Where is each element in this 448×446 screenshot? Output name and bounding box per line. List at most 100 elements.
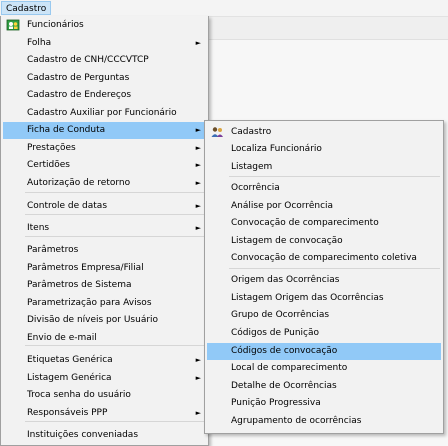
label: Ficha de Conduta: [27, 125, 106, 135]
submenu-item-agrupamento[interactable]: Agrupamento de ocorrências: [207, 413, 441, 430]
label: Códigos de Punição: [231, 328, 320, 338]
menu-item-parametros-sistema[interactable]: Parâmetros de Sistema: [3, 277, 206, 294]
menu-item-perguntas[interactable]: Cadastro de Perguntas: [3, 70, 206, 87]
menu-separator: [229, 268, 440, 269]
menu-cadastro[interactable]: Cadastro: [1, 1, 52, 15]
submenu-item-listagem-convocacao[interactable]: Listagem de convocação: [207, 233, 441, 250]
label: Troca senha do usuário: [27, 390, 131, 400]
submenu-arrow-icon: ►: [195, 409, 201, 417]
label: Divisão de níveis por Usuário: [27, 315, 159, 325]
menu-item-ficha-conduta[interactable]: Ficha de Conduta ►: [3, 122, 206, 139]
label: Envio de e-mail: [27, 333, 97, 343]
label: Parâmetros Empresa/Filial: [27, 263, 144, 273]
label: Grupo de Ocorrências: [231, 310, 330, 320]
label: Controle de datas: [27, 201, 108, 211]
submenu-item-origem[interactable]: Origem das Ocorrências: [207, 272, 441, 289]
menu-item-parametros[interactable]: Parâmetros: [3, 242, 206, 259]
cadastro-dropdown: Funcionários Folha ► Cadastro de CNH/CCCV…: [0, 16, 209, 446]
submenu-item-codigos-punicao[interactable]: Códigos de Punição: [207, 325, 441, 342]
menu-item-certidoes[interactable]: Certidões ►: [3, 157, 206, 174]
label: Cadastro de Endereços: [27, 90, 132, 100]
submenu-arrow-icon: ►: [195, 224, 201, 232]
label: Detalhe de Ocorrências: [231, 381, 337, 391]
ficha-conduta-submenu: Cadastro Localiza Funcionário Listagem O…: [204, 120, 444, 434]
submenu-arrow-icon: ►: [195, 374, 201, 382]
label: Listagem Origem das Ocorrências: [231, 293, 384, 303]
submenu-arrow-icon: ►: [195, 126, 201, 134]
label: Local de comparecimento: [231, 363, 348, 373]
people-icon: [6, 18, 20, 32]
label: Análise por Ocorrência: [231, 201, 334, 211]
label: Prestações: [27, 143, 76, 153]
submenu-item-convocacao-coletiva[interactable]: Convocação de comparecimento coletiva: [207, 250, 441, 267]
submenu-arrow-icon: ►: [195, 356, 201, 364]
menu-item-itens[interactable]: Itens ►: [3, 220, 206, 237]
submenu-arrow-icon: ►: [195, 202, 201, 210]
label: Ocorrência: [231, 183, 280, 193]
menu-item-instituicoes[interactable]: Instituições conveniadas: [3, 427, 206, 444]
menu-item-responsaveis-ppp[interactable]: Responsáveis PPP ►: [3, 405, 206, 422]
app-toolbar: [206, 17, 448, 40]
menu-item-troca-senha[interactable]: Troca senha do usuário: [3, 387, 206, 404]
label: Instituições conveniadas: [27, 430, 139, 440]
submenu-item-listagem-origem[interactable]: Listagem Origem das Ocorrências: [207, 290, 441, 307]
submenu-arrow-icon: ►: [195, 179, 201, 187]
submenu-item-codigos-convocacao[interactable]: Códigos de convocação: [207, 343, 441, 360]
label: Origem das Ocorrências: [231, 275, 340, 285]
submenu-item-localiza[interactable]: Localiza Funcionário: [207, 141, 441, 158]
menu-separator: [229, 176, 440, 177]
menu-item-cnh[interactable]: Cadastro de CNH/CCCVTCP: [3, 52, 206, 69]
label: Convocação de comparecimento coletiva: [231, 253, 417, 263]
submenu-item-punicao-progressiva[interactable]: Punição Progressiva: [207, 395, 441, 412]
label: Parâmetros: [27, 245, 79, 255]
menu-separator: [25, 236, 205, 237]
label: Códigos de convocação: [231, 346, 338, 356]
menu-item-enderecos[interactable]: Cadastro de Endereços: [3, 87, 206, 104]
menu-item-etiquetas[interactable]: Etiquetas Genérica ►: [3, 352, 206, 369]
label: Cadastro Auxiliar por Funcionário: [27, 108, 177, 118]
submenu-item-detalhe[interactable]: Detalhe de Ocorrências: [207, 378, 441, 395]
menu-item-auxiliar[interactable]: Cadastro Auxiliar por Funcionário: [3, 105, 206, 122]
label: Localiza Funcionário: [231, 144, 322, 154]
menu-item-funcionarios[interactable]: Funcionários: [3, 17, 206, 34]
submenu-item-ocorrencia[interactable]: Ocorrência: [207, 180, 441, 197]
submenu-item-listagem[interactable]: Listagem: [207, 159, 441, 176]
label: Responsáveis PPP: [27, 408, 108, 418]
label: Certidões: [27, 160, 70, 170]
submenu-item-convocacao-comparecimento[interactable]: Convocação de comparecimento: [207, 215, 441, 232]
menu-item-controle-datas[interactable]: Controle de datas ►: [3, 198, 206, 215]
menu-separator: [25, 192, 205, 193]
label: Parametrização para Avisos: [27, 298, 152, 308]
menu-separator: [25, 421, 205, 422]
label: Funcionários: [27, 20, 84, 30]
label: Punição Progressiva: [231, 398, 321, 408]
label: Listagem: [231, 162, 273, 172]
submenu-item-analise[interactable]: Análise por Ocorrência: [207, 198, 441, 215]
submenu-arrow-icon: ►: [195, 39, 201, 47]
menu-separator: [25, 345, 205, 346]
menu-item-listagem-generica[interactable]: Listagem Genérica ►: [3, 370, 206, 387]
submenu-item-local[interactable]: Local de comparecimento: [207, 360, 441, 377]
label: Itens: [27, 223, 50, 233]
menu-bar: Cadastro: [0, 0, 448, 17]
label: Listagem de convocação: [231, 236, 343, 246]
label: Etiquetas Genérica: [27, 355, 113, 365]
menu-item-prestacoes[interactable]: Prestações ►: [3, 140, 206, 157]
label: Listagem Genérica: [27, 373, 112, 383]
label: Parâmetros de Sistema: [27, 280, 132, 290]
submenu-item-cadastro[interactable]: Cadastro: [207, 124, 441, 141]
menu-item-parametrizacao-avisos[interactable]: Parametrização para Avisos: [3, 295, 206, 312]
submenu-item-grupo[interactable]: Grupo de Ocorrências: [207, 307, 441, 324]
label: Convocação de comparecimento: [231, 218, 379, 228]
submenu-arrow-icon: ►: [195, 161, 201, 169]
label: Agrupamento de ocorrências: [231, 416, 362, 426]
submenu-arrow-icon: ►: [195, 144, 201, 152]
label: Folha: [27, 38, 52, 48]
menu-item-autorizacao[interactable]: Autorização de retorno ►: [3, 175, 206, 192]
label: Cadastro de CNH/CCCVTCP: [27, 55, 149, 65]
menu-item-folha[interactable]: Folha ►: [3, 35, 206, 52]
label: Cadastro: [231, 127, 272, 137]
menu-separator: [25, 214, 205, 215]
menu-item-parametros-empresa[interactable]: Parâmetros Empresa/Filial: [3, 260, 206, 277]
menu-item-divisao-niveis[interactable]: Divisão de níveis por Usuário: [3, 312, 206, 329]
